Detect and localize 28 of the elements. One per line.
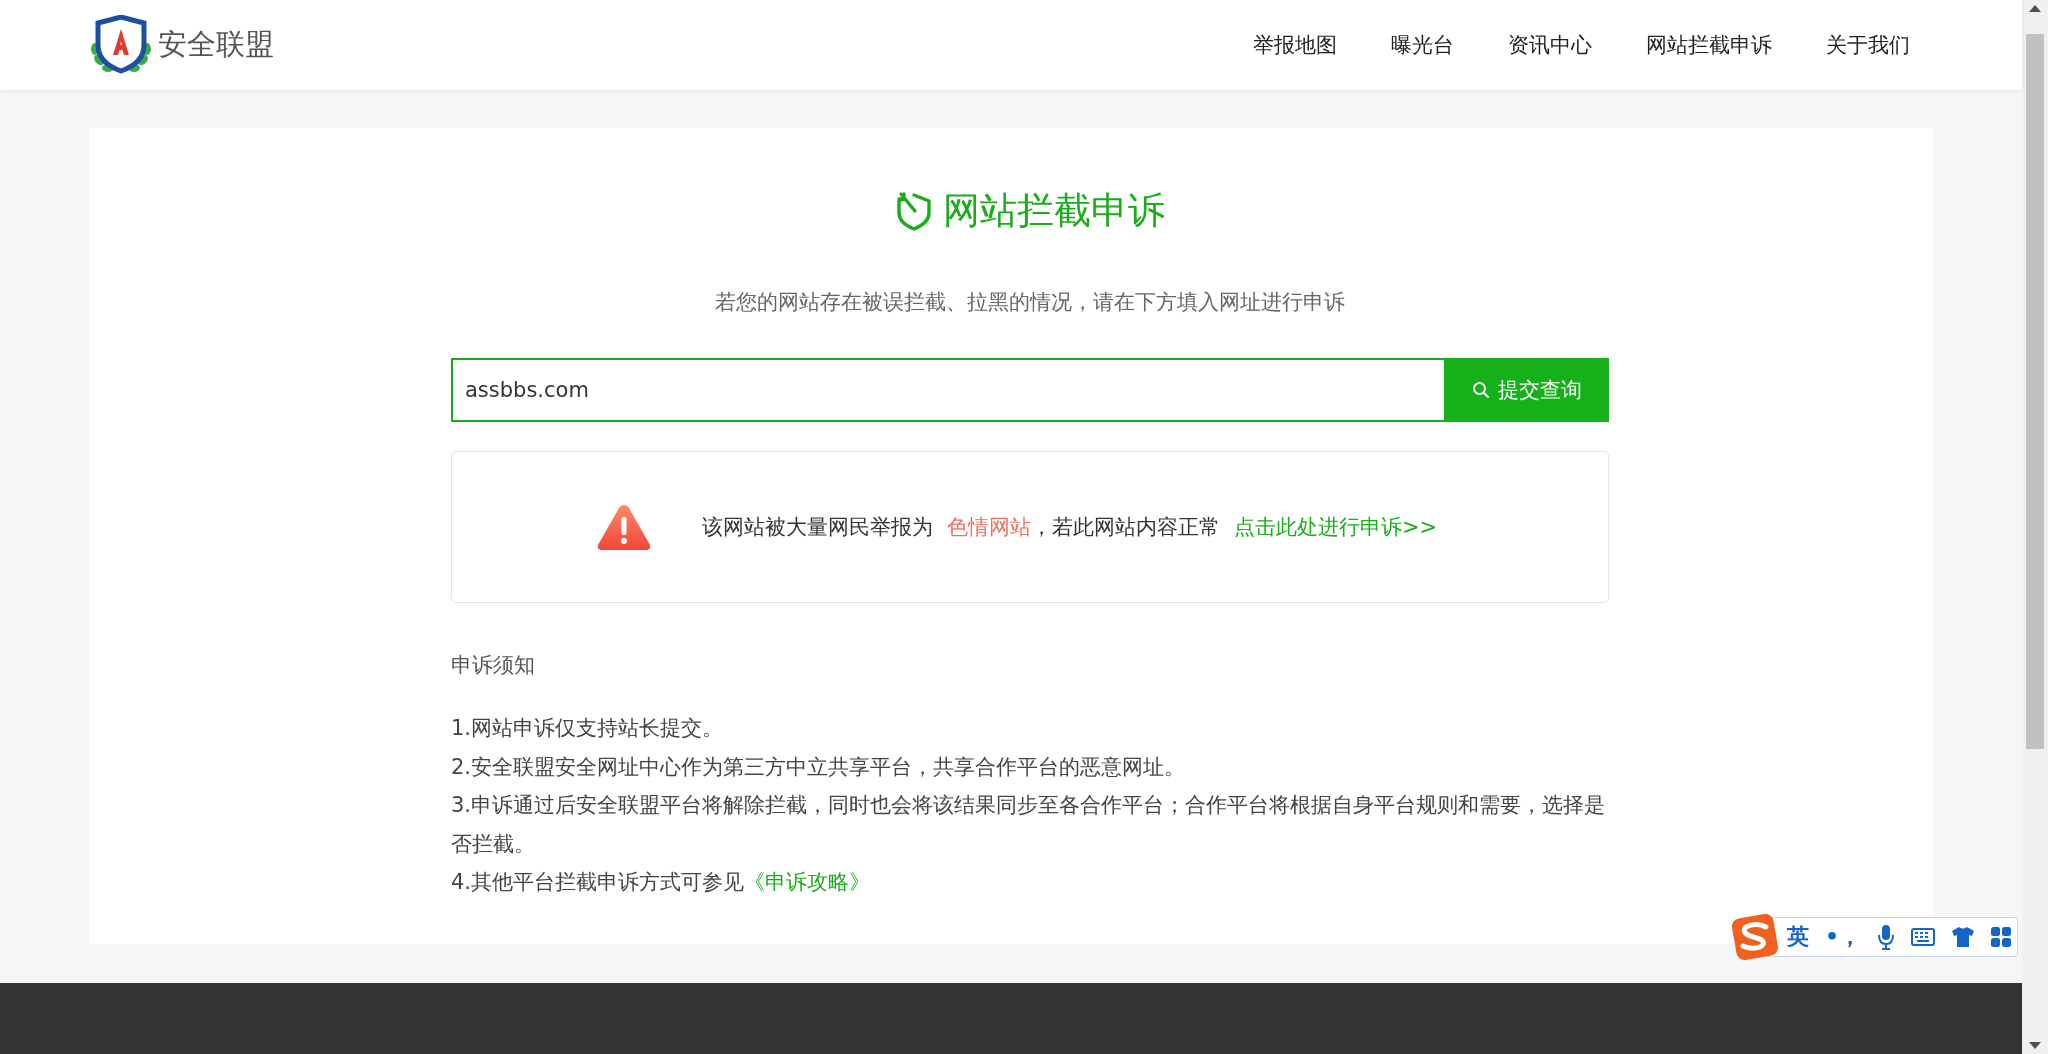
notice-item: 2.安全联盟安全网址中心作为第三方中立共享平台，共享合作平台的恶意网址。 — [451, 753, 1187, 781]
logo-text: 安全联盟 — [158, 26, 274, 63]
grid-icon[interactable] — [1991, 927, 2011, 947]
notice-heading: 申诉须知 — [451, 652, 536, 679]
notice-item: 1.网站申诉仅支持站长提交。 — [451, 715, 725, 742]
shield-logo-icon — [88, 15, 154, 75]
scrollbar-thumb[interactable] — [2026, 34, 2044, 749]
notice-item: 4.其他平台拦截申诉方式可参见《申诉攻略》 — [451, 869, 872, 896]
url-input-field[interactable]: assbbs.com — [451, 358, 1444, 422]
search-icon — [1471, 381, 1490, 399]
page-title: 网站拦截申诉 — [943, 188, 1165, 234]
keyboard-icon[interactable] — [1911, 928, 1935, 946]
scroll-down-icon[interactable] — [2029, 1042, 2041, 1050]
warning-icon — [596, 502, 652, 552]
ime-mode-toggle[interactable]: 英 — [1786, 922, 1809, 952]
notice-item: 3.申诉通过后安全联盟平台将解除拦截，同时也会将该结果同步至各合作平台；合作平台将根据自身平台规则和需要，选择是否拦截。 — [451, 792, 1607, 858]
nav-link[interactable]: 网站拦截申诉 — [1646, 31, 1772, 59]
nav-link[interactable]: 资讯中心 — [1508, 31, 1592, 59]
nav-link[interactable]: 曝光台 — [1391, 31, 1454, 59]
nav-link[interactable]: 关于我们 — [1826, 31, 1910, 59]
shirt-icon[interactable] — [1951, 926, 1975, 948]
nav-link[interactable]: 举报地图 — [1253, 31, 1337, 59]
microphone-icon[interactable] — [1877, 924, 1895, 950]
shield-check-icon — [895, 191, 933, 231]
page-subtitle: 若您的网站存在被误拦截、拉黑的情况，请在下方填入网址进行申诉 — [714, 289, 1346, 316]
punctuation-toggle[interactable]: •， — [1824, 922, 1861, 952]
scroll-up-icon[interactable] — [2029, 4, 2041, 12]
result-message: 该网站被大量网民举报为 色情网站，若此网站内容正常 点击此处进行申诉>> — [702, 514, 1438, 541]
